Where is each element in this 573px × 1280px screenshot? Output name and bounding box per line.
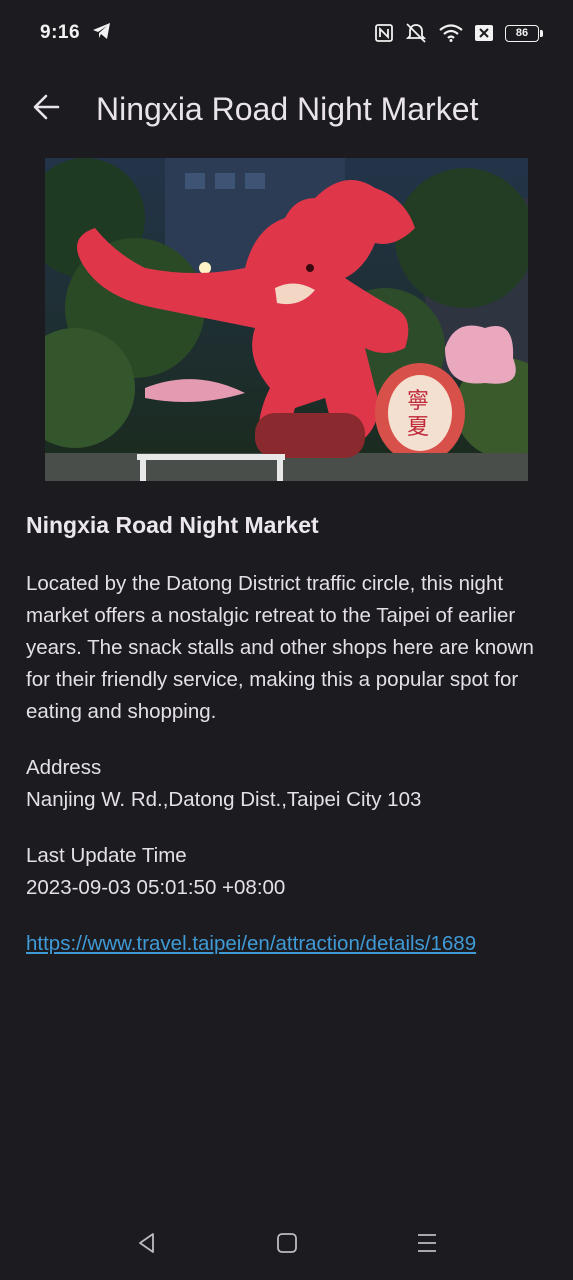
wifi-icon: [439, 24, 463, 42]
nav-recents-button[interactable]: [412, 1230, 442, 1260]
night-market-dragon-sculpture-image: 寧 夏: [45, 158, 528, 481]
detail-content: Ningxia Road Night Market Located by the…: [26, 508, 551, 960]
telegram-icon: [92, 22, 112, 45]
battery-icon: 86: [505, 24, 543, 42]
status-time: 9:16: [40, 22, 81, 43]
nav-home-icon: [276, 1232, 298, 1259]
nav-home-button[interactable]: [272, 1230, 302, 1260]
update-time-label: Last Update Time: [26, 844, 187, 867]
svg-text:寧: 寧: [407, 389, 429, 414]
update-time-value: 2023-09-03 05:01:50 +08:00: [26, 876, 286, 899]
status-bar: 9:16 86: [0, 0, 573, 66]
page-title: Ningxia Road Night Market: [96, 90, 479, 127]
status-right: 86: [375, 23, 543, 43]
system-nav-bar: [0, 1210, 573, 1280]
arrow-back-icon: [32, 93, 60, 126]
address-label: Address: [26, 756, 102, 779]
details-link[interactable]: https://www.travel.taipei/en/attraction/…: [26, 928, 551, 960]
nav-back-button[interactable]: [132, 1230, 162, 1260]
sim-off-icon: [475, 25, 493, 41]
nfc-icon: [375, 24, 393, 42]
app-bar: Ningxia Road Night Market: [0, 66, 573, 152]
status-left: 9:16: [40, 22, 112, 45]
address-value: Nanjing W. Rd.,Datong Dist.,Taipei City …: [26, 788, 422, 811]
battery-level: 86: [515, 27, 529, 39]
address-block: Address Nanjing W. Rd.,Datong Dist.,Taip…: [26, 752, 551, 816]
update-time-block: Last Update Time 2023-09-03 05:01:50 +08…: [26, 840, 551, 904]
svg-text:夏: 夏: [407, 415, 429, 440]
back-button[interactable]: [24, 87, 68, 131]
hero-image: 寧 夏: [45, 158, 528, 481]
description: Located by the Datong District traffic c…: [26, 572, 534, 723]
detail-title: Ningxia Road Night Market: [26, 512, 319, 538]
nav-back-icon: [136, 1232, 158, 1259]
mute-icon: [405, 23, 427, 43]
nav-recents-icon: [416, 1232, 438, 1259]
